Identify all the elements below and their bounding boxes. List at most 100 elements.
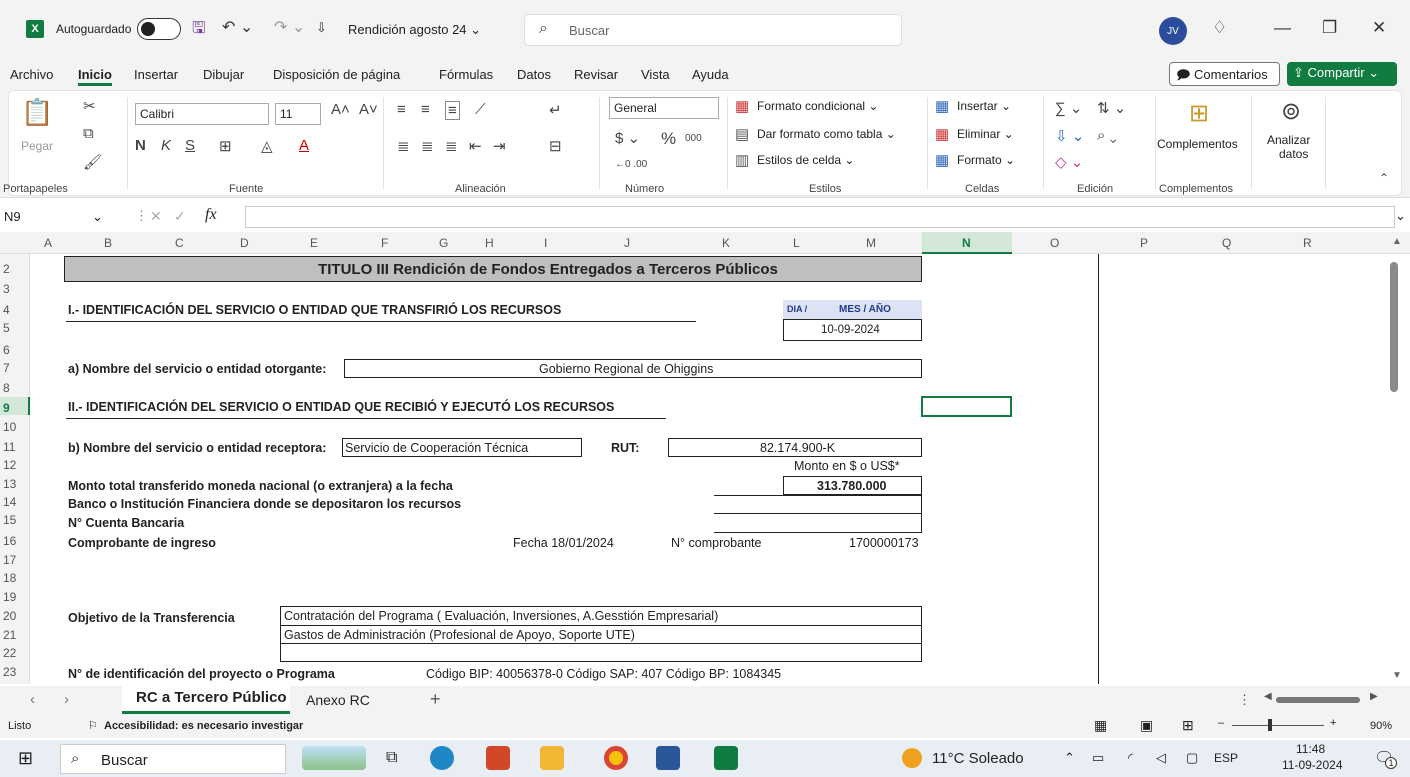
tab-inicio[interactable]: Inicio — [78, 67, 112, 86]
tab-insertar[interactable]: Insertar — [134, 67, 178, 82]
zoom-slider-thumb[interactable] — [1268, 719, 1272, 731]
format-table-icon[interactable]: ▤ — [735, 125, 749, 143]
align-right-icon[interactable]: ≣ — [445, 137, 458, 155]
row-header[interactable]: 19 — [3, 590, 16, 604]
customize-qat-icon[interactable]: ⇩ — [316, 20, 327, 36]
column-header[interactable]: Q — [1222, 236, 1231, 250]
scroll-down-icon[interactable]: ▼ — [1392, 670, 1402, 681]
accessibility-status[interactable]: Accesibilidad: es necesario investigar — [104, 720, 303, 732]
save-icon[interactable]: 🖫 — [192, 17, 206, 44]
merge-center-icon[interactable]: ⊟ — [549, 137, 562, 155]
file-explorer-icon[interactable] — [540, 746, 564, 770]
zoom-level[interactable]: 90% — [1370, 720, 1392, 732]
office-icon[interactable] — [486, 746, 510, 770]
row-header[interactable]: 4 — [3, 303, 10, 317]
meet-now-icon[interactable]: ▢ — [1186, 750, 1198, 766]
scroll-left-icon[interactable]: ◀ — [1264, 691, 1272, 702]
borders-icon[interactable]: ⊞ — [219, 137, 232, 155]
clock-time[interactable]: 11:48 — [1296, 742, 1325, 756]
column-header[interactable]: F — [381, 236, 388, 250]
format-table-button[interactable]: Dar formato como tabla ⌄ — [757, 127, 896, 141]
tab-prev-icon[interactable]: ‹ — [30, 691, 35, 708]
row-header[interactable]: 15 — [3, 513, 16, 527]
column-header[interactable]: B — [104, 236, 112, 250]
autosave-toggle[interactable] — [137, 18, 181, 40]
tray-chevron-icon[interactable]: ⌃ — [1064, 750, 1075, 766]
row-header[interactable]: 18 — [3, 571, 16, 585]
row-header[interactable]: 8 — [3, 381, 10, 395]
align-center-icon[interactable]: ≣ — [421, 137, 434, 155]
row-header[interactable]: 10 — [3, 420, 16, 434]
row-header[interactable]: 14 — [3, 495, 16, 509]
column-header[interactable]: A — [44, 236, 52, 250]
tab-archivo[interactable]: Archivo — [10, 67, 53, 82]
tab-vista[interactable]: Vista — [641, 67, 670, 82]
volume-icon[interactable]: ◁ — [1156, 750, 1166, 766]
tab-next-icon[interactable]: › — [64, 691, 69, 708]
tab-datos[interactable]: Datos — [517, 67, 551, 82]
redo-icon[interactable]: ↷ ⌄ — [274, 17, 305, 37]
column-header[interactable]: M — [866, 236, 876, 250]
vertical-scrollbar-thumb[interactable] — [1390, 262, 1398, 392]
scroll-up-icon[interactable]: ▲ — [1392, 236, 1402, 247]
paste-icon[interactable]: 📋 — [21, 97, 53, 128]
thousands-icon[interactable]: 000 — [685, 133, 702, 144]
increase-decimal-icon[interactable]: ←0 .00 — [615, 159, 647, 170]
page-layout-icon[interactable]: ▣ — [1140, 717, 1153, 734]
analyze-data-icon[interactable]: ⊚ — [1281, 97, 1301, 126]
add-sheet-button[interactable]: + — [430, 689, 441, 710]
normal-view-icon[interactable]: ▦ — [1094, 717, 1107, 734]
comments-button[interactable]: 🗩 Comentarios — [1169, 62, 1280, 86]
worksheet[interactable]: TITULO III Rendición de Fondos Entregado… — [31, 254, 1389, 684]
row-header[interactable]: 21 — [3, 628, 16, 642]
file-name[interactable]: Rendición agosto 24 ⌄ — [348, 22, 481, 38]
confirm-formula-icon[interactable]: ✓ — [174, 208, 186, 225]
addins-icon[interactable]: ⊞ — [1189, 99, 1209, 128]
excel-taskbar-icon[interactable] — [714, 746, 738, 770]
tab-revisar[interactable]: Revisar — [574, 67, 618, 82]
weather-text[interactable]: 11°C Soleado — [932, 750, 1024, 767]
underline-icon[interactable]: S — [185, 137, 195, 154]
undo-icon[interactable]: ↶ ⌄ — [222, 17, 253, 37]
row-header[interactable]: 13 — [3, 477, 16, 491]
addins-button[interactable]: Complementos — [1157, 137, 1238, 151]
wifi-icon[interactable]: ◜ — [1128, 750, 1133, 766]
formula-input[interactable] — [245, 206, 1395, 228]
column-header[interactable]: O — [1050, 236, 1059, 250]
increase-indent-icon[interactable]: ⇥ — [493, 137, 506, 155]
column-header[interactable]: E — [310, 236, 318, 250]
cut-icon[interactable]: ✂ — [83, 97, 96, 115]
windows-start-icon[interactable]: ⊞ — [18, 748, 33, 769]
user-avatar[interactable]: JV — [1159, 17, 1187, 45]
cancel-formula-icon[interactable]: ✕ — [150, 208, 162, 225]
restore-icon[interactable]: ❐ — [1322, 18, 1337, 38]
sheet-tab-active[interactable]: RC a Tercero Público — [122, 686, 290, 714]
decrease-font-icon[interactable]: A˅ — [359, 101, 378, 118]
format-painter-icon[interactable]: 🖌 — [83, 153, 102, 171]
column-header[interactable]: P — [1140, 236, 1148, 250]
close-icon[interactable]: ✕ — [1372, 18, 1386, 38]
insert-cells-icon[interactable]: ▦ — [935, 97, 949, 115]
premium-diamond-icon[interactable]: ♢ — [1212, 18, 1227, 38]
column-header[interactable]: C — [175, 236, 184, 250]
edge-icon[interactable] — [430, 746, 454, 770]
cell-styles-button[interactable]: Estilos de celda ⌄ — [757, 153, 854, 167]
bold-icon[interactable]: N — [135, 137, 146, 154]
delete-cells-icon[interactable]: ▦ — [935, 125, 949, 143]
tab-ayuda[interactable]: Ayuda — [692, 67, 729, 82]
format-cells-button[interactable]: Formato ⌄ — [957, 153, 1015, 167]
orientation-icon[interactable]: ⟋ — [475, 101, 486, 118]
collapse-ribbon-icon[interactable]: ⌃ — [1379, 171, 1389, 185]
percent-icon[interactable]: % — [661, 129, 676, 149]
scroll-right-icon[interactable]: ▶ — [1370, 691, 1378, 702]
row-header[interactable]: 6 — [3, 343, 10, 357]
column-header-selected[interactable]: N — [962, 236, 971, 250]
delete-cells-button[interactable]: Eliminar ⌄ — [957, 127, 1014, 141]
decrease-indent-icon[interactable]: ⇤ — [469, 137, 482, 155]
row-header[interactable]: 11 — [3, 440, 15, 454]
column-header[interactable]: I — [544, 236, 547, 250]
minimize-icon[interactable]: — — [1274, 18, 1291, 38]
row-header[interactable]: 16 — [3, 534, 16, 548]
fill-icon[interactable]: ⇩ ⌄ — [1055, 127, 1084, 145]
column-header[interactable]: D — [240, 236, 249, 250]
